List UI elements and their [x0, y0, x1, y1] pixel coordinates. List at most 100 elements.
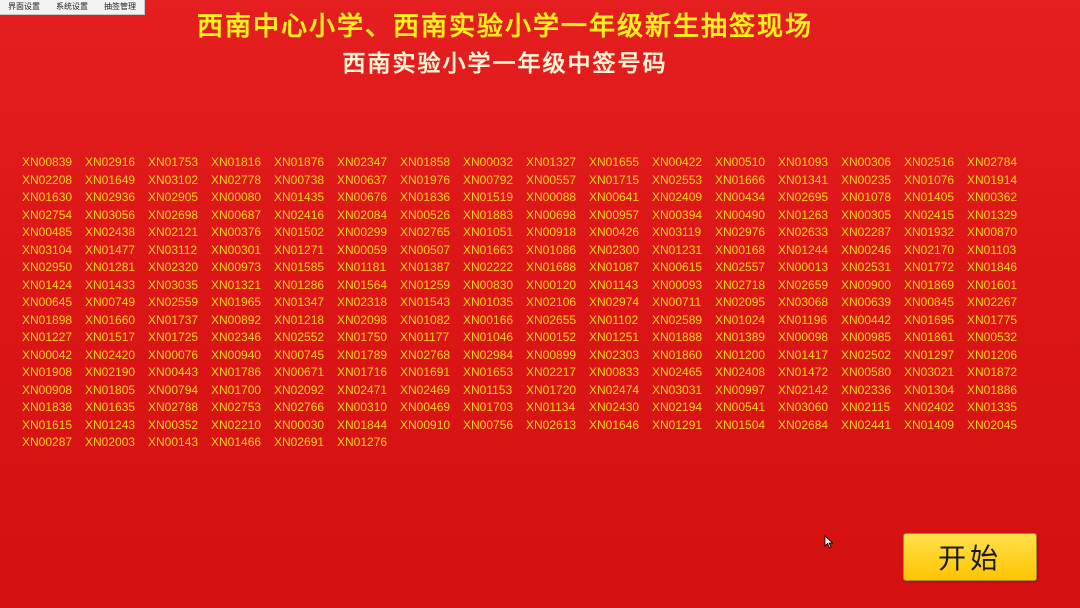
winning-code: XN02469 [400, 382, 451, 397]
winning-code: XN02318 [337, 295, 388, 309]
winning-code: XN00013 [778, 260, 829, 274]
winning-code: XN00376 [211, 225, 262, 239]
winning-code: XN02217 [526, 365, 577, 379]
winning-code: XN02430 [589, 400, 640, 414]
winning-code: XN02778 [211, 172, 262, 187]
winning-code: XN01078 [841, 190, 892, 204]
winning-code: XN00833 [589, 365, 640, 379]
winning-code: XN01271 [274, 242, 325, 257]
winning-code: XN01772 [904, 260, 955, 274]
winning-code: XN01502 [274, 225, 325, 239]
winning-code: XN01805 [85, 382, 136, 397]
winning-code: XN02589 [652, 312, 703, 327]
winning-code: XN01472 [778, 365, 829, 379]
winning-code: XN00469 [400, 400, 451, 414]
winning-code: XN01389 [715, 330, 766, 344]
winning-code: XN02552 [274, 330, 325, 344]
winning-code: XN01655 [589, 155, 640, 169]
winning-code: XN02905 [148, 190, 199, 204]
start-button[interactable]: 开始 [903, 533, 1037, 581]
winning-code: XN02194 [652, 400, 703, 414]
winning-code: XN01134 [526, 400, 576, 414]
winning-code: XN01329 [967, 207, 1018, 222]
winning-code: XN00892 [211, 312, 262, 327]
winning-code: XN02557 [715, 260, 766, 274]
winning-code: XN02766 [274, 400, 325, 414]
winning-code: XN00900 [841, 277, 892, 292]
winning-code: XN01477 [85, 242, 136, 257]
winning-code: XN01725 [148, 330, 199, 344]
winning-code: XN01869 [904, 277, 955, 292]
winning-code: XN01466 [211, 435, 262, 449]
winning-code: XN00030 [274, 417, 325, 432]
winning-code: XN00794 [148, 382, 199, 397]
winning-code: XN01601 [967, 277, 1018, 292]
winning-code: XN00698 [526, 207, 577, 222]
winning-code: XN01286 [274, 277, 325, 292]
winning-code: XN00973 [211, 260, 262, 274]
winning-code: XN01227 [22, 330, 73, 344]
winning-code: XN02095 [715, 295, 766, 309]
winning-code: XN02698 [148, 207, 199, 222]
winning-code: XN02267 [967, 295, 1018, 309]
winning-code: XN02553 [652, 172, 703, 187]
winning-code: XN01103 [967, 242, 1017, 257]
winning-code: XN01143 [589, 277, 639, 292]
winning-code: XN00745 [274, 347, 325, 362]
winning-code: XN01688 [526, 260, 577, 274]
winning-code: XN01087 [589, 260, 640, 274]
winning-code: XN02003 [85, 435, 136, 449]
winning-code: XN00352 [148, 417, 199, 432]
winning-code: XN03021 [904, 365, 955, 379]
winning-code: XN00687 [211, 207, 262, 222]
winning-code: XN02474 [589, 382, 640, 397]
winning-code: XN00541 [715, 400, 766, 414]
winning-code: XN01281 [85, 260, 136, 274]
winning-code: XN02753 [211, 400, 262, 414]
winning-code: XN02210 [211, 417, 262, 432]
winning-code: XN00143 [148, 435, 199, 449]
winning-code: XN01297 [904, 347, 955, 362]
winning-code: XN01703 [463, 400, 514, 414]
winning-code: XN02402 [904, 400, 955, 414]
winning-code: XN01405 [904, 190, 955, 204]
winning-code: XN01886 [967, 382, 1018, 397]
winning-code: XN00792 [463, 172, 514, 187]
winning-code: XN02784 [967, 155, 1018, 169]
winning-code: XN02465 [652, 365, 703, 379]
winning-code: XN03035 [148, 277, 199, 292]
winning-code: XN03119 [652, 225, 702, 239]
winning-code: XN00749 [85, 295, 136, 309]
winning-code: XN01517 [85, 330, 136, 344]
winning-code: XN02115 [841, 400, 891, 414]
winning-code: XN01046 [463, 330, 514, 344]
winning-code: XN01543 [400, 295, 451, 309]
winning-code: XN00756 [463, 417, 514, 432]
winning-code: XN02190 [85, 365, 136, 379]
winning-code: XN01206 [967, 347, 1018, 362]
winning-code: XN00080 [211, 190, 262, 204]
winning-code: XN00985 [841, 330, 892, 344]
winning-code: XN02768 [400, 347, 451, 362]
winning-code: XN00235 [841, 172, 892, 187]
winning-code: XN00168 [715, 242, 766, 257]
winning-code: XN01200 [715, 347, 766, 362]
winning-code: XN00490 [715, 207, 766, 222]
winning-code: XN00557 [526, 172, 577, 187]
winning-code: XN00310 [337, 400, 388, 414]
winning-code: XN01035 [463, 295, 514, 309]
winning-code: XN00306 [841, 155, 892, 169]
winning-code: XN02416 [274, 207, 325, 222]
winning-code: XN01102 [589, 312, 639, 327]
winning-code: XN02765 [400, 225, 451, 239]
winning-code: XN01660 [85, 312, 136, 327]
winning-code: XN01177 [400, 330, 450, 344]
winning-codes-grid: XN00839 XN02916 XN01753 XN01816 XN01876 XN023… [22, 154, 1062, 452]
winning-code: XN01635 [85, 400, 136, 414]
winning-code: XN01321 [211, 277, 262, 292]
winning-code: XN00299 [337, 225, 388, 239]
winning-code: XN00839 [22, 155, 73, 169]
winning-code: XN00738 [274, 172, 325, 187]
winning-code: XN03060 [778, 400, 829, 414]
winning-code: XN00088 [526, 190, 577, 204]
